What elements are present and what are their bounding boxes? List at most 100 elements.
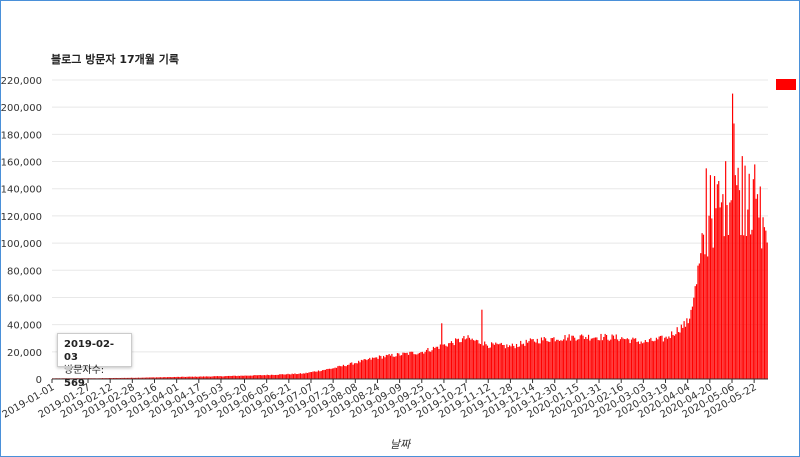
bar[interactable] [416,354,418,379]
bar[interactable] [654,340,656,379]
bar[interactable] [669,338,671,379]
bar[interactable] [276,374,278,379]
bar[interactable] [633,338,635,379]
bar[interactable] [474,340,476,379]
bar[interactable] [335,367,338,379]
bar[interactable] [453,345,455,379]
bar[interactable] [421,351,423,379]
bar[interactable] [292,374,295,379]
bar[interactable] [513,345,515,379]
bar[interactable] [491,342,493,379]
bar[interactable] [299,373,302,379]
bar[interactable] [473,340,475,379]
bar[interactable] [305,372,307,379]
bar[interactable] [437,346,439,379]
bar[interactable] [727,235,730,379]
bar[interactable] [477,340,479,379]
bar[interactable] [695,284,698,379]
bar[interactable] [367,359,369,379]
bar[interactable] [628,339,630,379]
bar[interactable] [333,368,335,379]
bar[interactable] [600,333,602,379]
bar[interactable] [612,335,615,379]
bar[interactable] [725,161,727,379]
bar[interactable] [734,175,736,379]
bar[interactable] [470,339,472,379]
bar[interactable] [626,338,628,379]
bar[interactable] [622,338,624,379]
bar[interactable] [658,336,660,379]
bar[interactable] [733,123,735,380]
bar[interactable] [557,339,559,379]
bar[interactable] [286,374,288,379]
bar[interactable] [410,351,412,379]
bar[interactable] [442,344,444,379]
bar[interactable] [259,375,261,379]
bar[interactable] [488,348,490,379]
bar[interactable] [608,340,610,379]
bar[interactable] [233,375,235,379]
bar[interactable] [396,353,399,379]
bar[interactable] [743,235,745,379]
bar[interactable] [711,218,713,379]
bar[interactable] [338,365,340,379]
bar[interactable] [531,339,533,379]
bar[interactable] [677,332,680,379]
bar[interactable] [256,375,259,379]
bar[interactable] [514,348,516,379]
bar[interactable] [496,343,498,379]
bar[interactable] [380,355,382,379]
bar[interactable] [443,344,446,379]
bar[interactable] [668,336,670,379]
bar[interactable] [265,375,267,379]
bar[interactable] [705,168,707,379]
bar[interactable] [385,354,387,379]
bar[interactable] [320,370,322,379]
bar[interactable] [665,336,667,379]
bar[interactable] [389,355,392,379]
bar[interactable] [382,355,385,379]
bar[interactable] [509,345,511,379]
bar[interactable] [672,334,674,379]
bar[interactable] [352,364,354,379]
bar[interactable] [482,345,484,380]
bar[interactable] [319,371,321,379]
bar[interactable] [355,363,357,379]
bar[interactable] [344,365,346,379]
bar[interactable] [461,338,464,379]
bar[interactable] [676,327,678,379]
bar[interactable] [707,256,709,379]
bar[interactable] [441,323,443,379]
bar[interactable] [718,180,720,379]
bar[interactable] [481,309,483,379]
bar[interactable] [576,339,579,379]
bar[interactable] [747,209,749,379]
bar[interactable] [511,343,513,379]
bar[interactable] [277,374,279,379]
bar[interactable] [420,352,422,379]
bar[interactable] [407,354,410,379]
bar[interactable] [709,175,712,379]
bar[interactable] [346,364,349,379]
bar[interactable] [381,358,383,379]
bar[interactable] [471,338,473,379]
bar[interactable] [617,339,619,379]
bar[interactable] [689,318,691,379]
bar[interactable] [417,353,419,379]
bar[interactable] [506,344,508,379]
bar[interactable] [737,167,739,379]
bar[interactable] [766,242,768,379]
bar[interactable] [662,341,664,379]
bar[interactable] [549,341,551,379]
bar[interactable] [284,374,286,379]
bar[interactable] [274,374,277,379]
bar[interactable] [740,235,742,379]
bar[interactable] [647,342,649,379]
bar[interactable] [463,336,465,379]
bar[interactable] [697,265,699,379]
bar[interactable] [345,366,347,379]
bar[interactable] [455,338,457,379]
bar[interactable] [323,369,325,379]
bar[interactable] [719,207,721,379]
bar[interactable] [693,297,695,379]
